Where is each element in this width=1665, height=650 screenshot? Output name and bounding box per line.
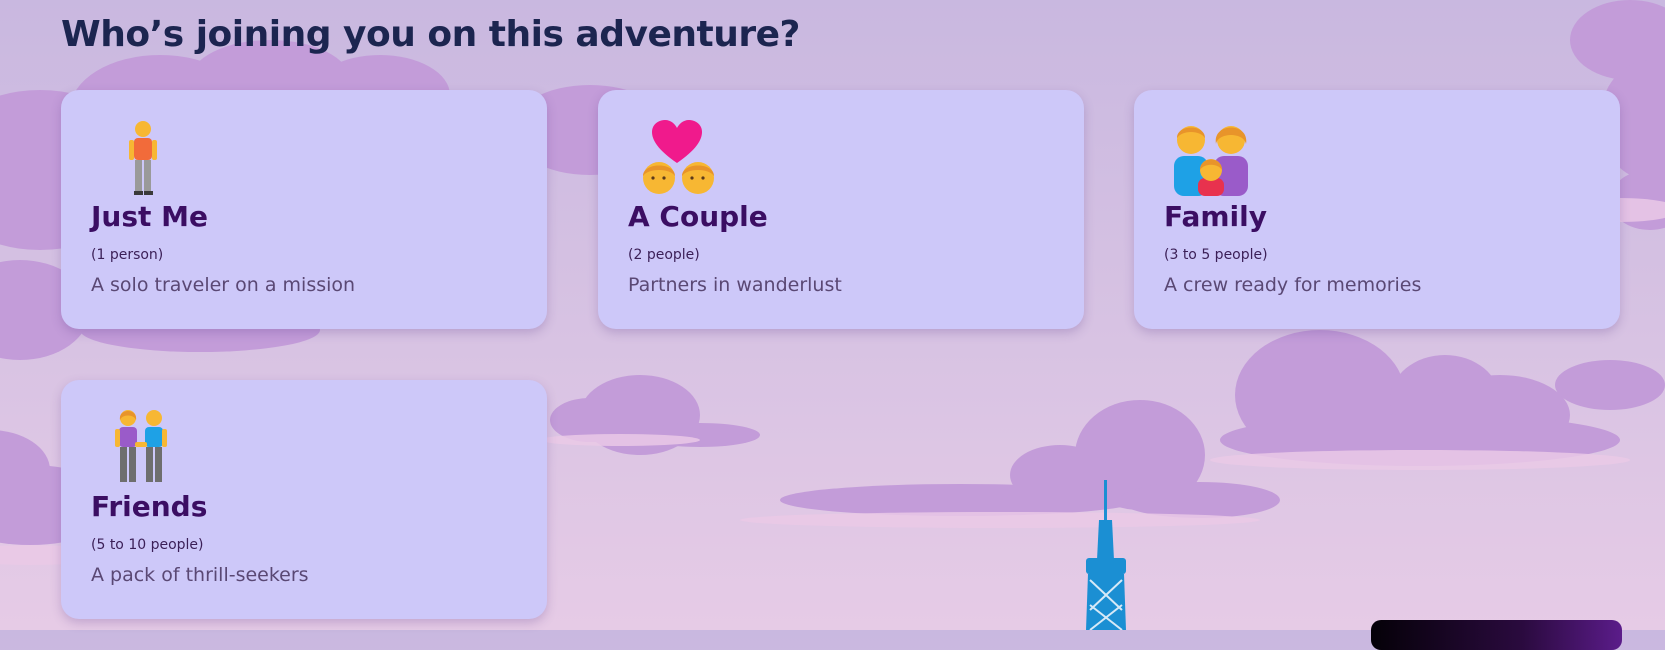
person-standing-icon	[129, 121, 157, 195]
option-count: (3 to 5 people)	[1164, 247, 1268, 263]
option-title: Family	[1164, 200, 1268, 233]
family-icon	[1174, 126, 1248, 196]
couple-with-heart-icon	[643, 120, 714, 194]
option-count: (2 people)	[628, 247, 700, 263]
option-count: (1 person)	[91, 247, 164, 263]
option-card-friends[interactable]: Friends (5 to 10 people) A pack of thril…	[61, 380, 547, 619]
option-description: A solo traveler on a mission	[91, 274, 356, 296]
option-description: A pack of thrill-seekers	[91, 564, 309, 586]
continue-button-partial[interactable]	[1371, 620, 1622, 650]
option-card-a-couple[interactable]: A Couple (2 people) Partners in wanderlu…	[598, 90, 1084, 329]
option-card-just-me[interactable]: Just Me (1 person) A solo traveler on a …	[61, 90, 547, 329]
option-description: A crew ready for memories	[1164, 274, 1422, 296]
option-title: Just Me	[91, 200, 209, 233]
people-holding-hands-icon	[115, 410, 167, 482]
option-title: Friends	[91, 490, 208, 523]
page-title: Who’s joining you on this adventure?	[61, 14, 800, 55]
option-card-family[interactable]: Family (3 to 5 people) A crew ready for …	[1134, 90, 1620, 329]
option-title: A Couple	[628, 200, 768, 233]
option-description: Partners in wanderlust	[628, 274, 842, 296]
option-count: (5 to 10 people)	[91, 537, 204, 553]
